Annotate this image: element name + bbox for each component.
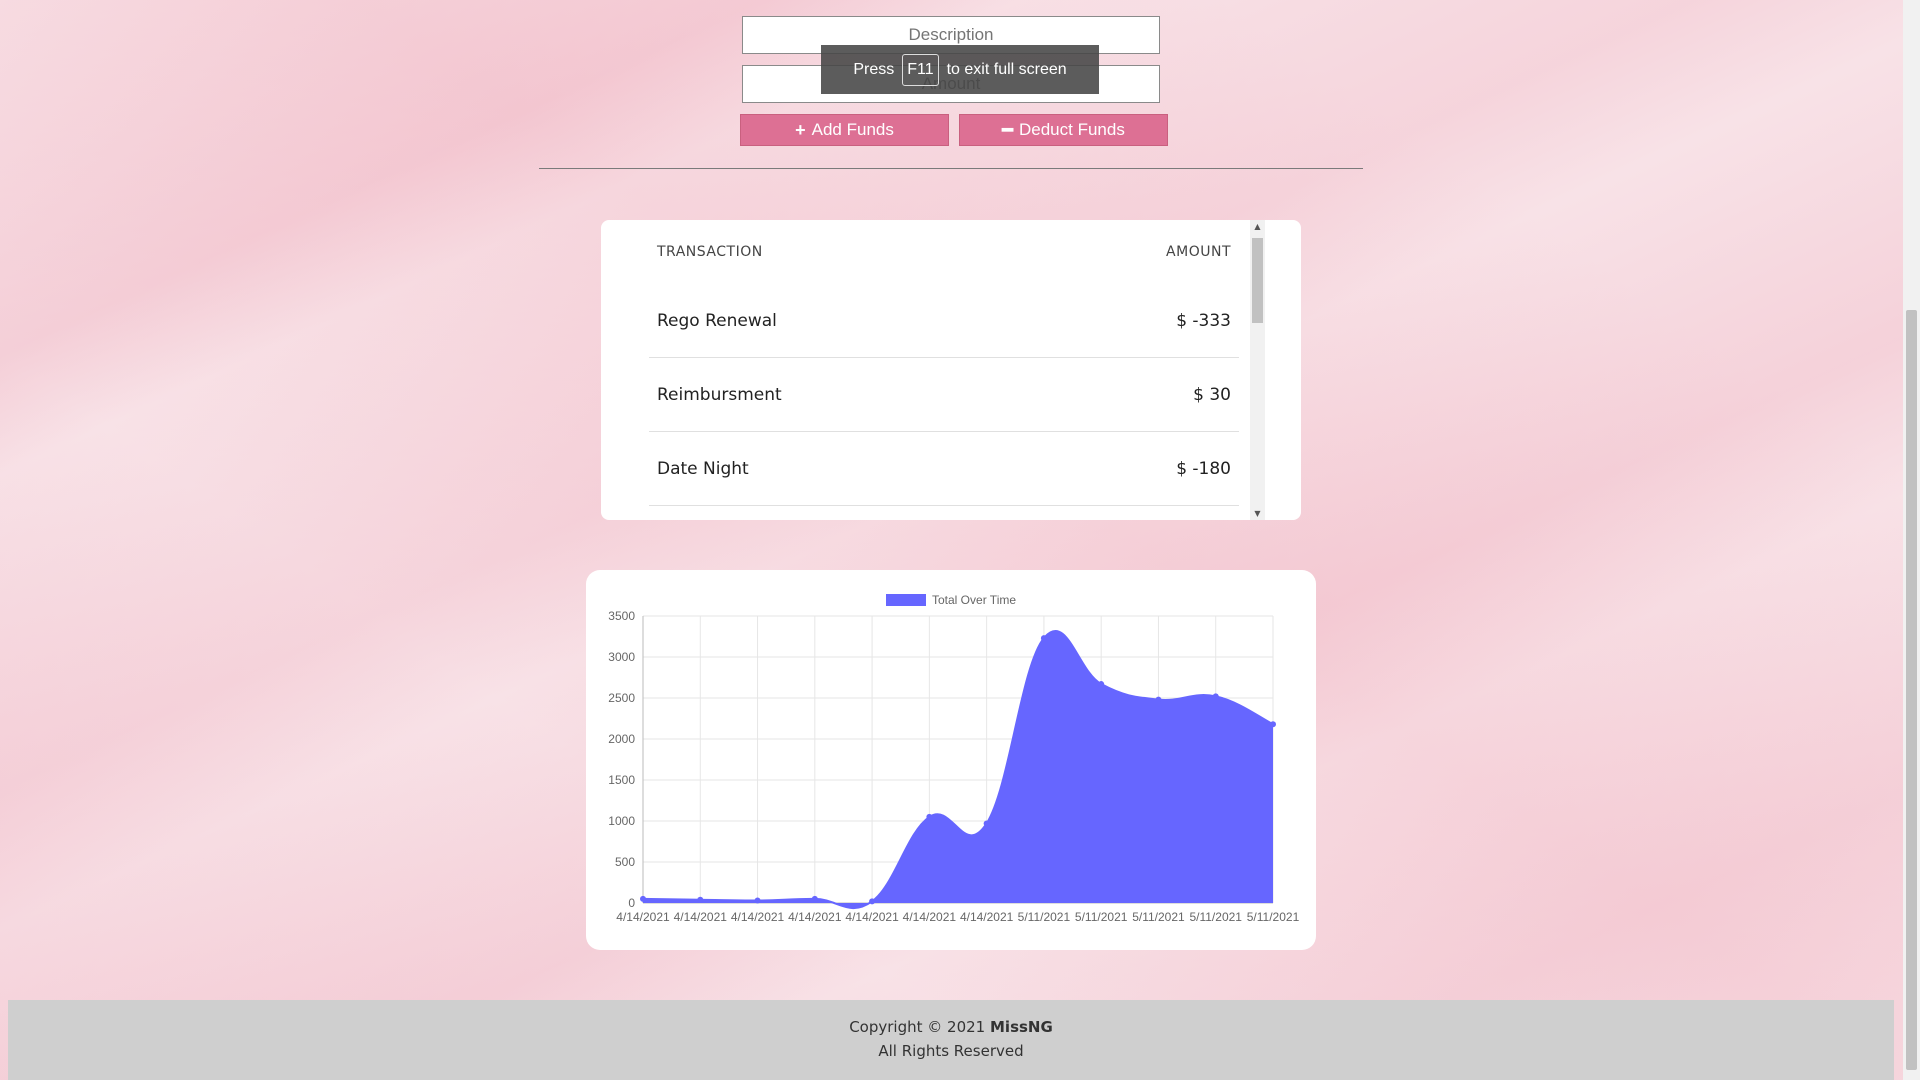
data-point[interactable] — [811, 895, 818, 902]
deduct-funds-label: Deduct Funds — [1019, 120, 1125, 139]
y-tick-label: 1000 — [608, 814, 635, 828]
y-tick-label: 0 — [628, 896, 635, 910]
add-funds-label: Add Funds — [811, 120, 894, 139]
scroll-down-icon[interactable]: ▼ — [1250, 509, 1265, 518]
legend-label: Total Over Time — [932, 593, 1016, 607]
transaction-name: Reimbursment — [657, 384, 782, 405]
transactions-table: TRANSACTION AMOUNT Rego Renewal $ -333 R… — [649, 220, 1239, 506]
header-transaction: TRANSACTION — [657, 244, 763, 260]
transaction-amount: $ -333 — [1176, 310, 1231, 331]
x-tick-label: 4/14/2021 — [845, 910, 899, 924]
rights-reserved: All Rights Reserved — [878, 1042, 1024, 1060]
data-point[interactable] — [1155, 696, 1162, 703]
brand-name: MissNG — [990, 1018, 1053, 1036]
transaction-amount: $ -180 — [1176, 458, 1231, 479]
x-tick-label: 4/14/2021 — [731, 910, 785, 924]
transaction-name: Rego Renewal — [657, 310, 777, 331]
chart-card: 0 500 1000 1500 2000 2500 3000 3500 4/14/2021 4/… — [586, 570, 1316, 950]
data-point[interactable] — [1212, 693, 1219, 700]
data-point[interactable] — [1098, 681, 1105, 688]
data-point[interactable] — [640, 895, 646, 902]
x-tick-label: 4/14/2021 — [616, 910, 670, 924]
scroll-thumb[interactable] — [1252, 238, 1263, 323]
fund-buttons: + Add Funds ━ Deduct Funds — [740, 114, 1168, 146]
x-tick-label: 5/11/2021 — [1075, 910, 1128, 924]
data-point[interactable] — [1040, 635, 1047, 642]
footer: Copyright © 2021 MissNG All Rights Reser… — [8, 1000, 1894, 1080]
x-tick-label: 4/14/2021 — [960, 910, 1014, 924]
fullscreen-notice-key: F11 — [902, 53, 939, 86]
copyright: Copyright © 2021 MissNG — [8, 1018, 1894, 1036]
scroll-up-icon[interactable]: ▲ — [1250, 222, 1265, 231]
y-tick-label: 3000 — [608, 650, 635, 664]
header-amount: AMOUNT — [1166, 244, 1231, 260]
total-over-time-chart: 0500100015002000250030003500 4/14/2021 4/… — [608, 593, 1299, 924]
data-point[interactable] — [869, 898, 876, 905]
data-point[interactable] — [754, 897, 761, 904]
data-point[interactable] — [983, 820, 990, 827]
fullscreen-notice: Press F11 to exit full screen — [821, 45, 1099, 94]
table-row: Date Night $ -180 — [649, 432, 1239, 506]
fullscreen-notice-before: Press — [853, 60, 895, 78]
x-tick-label: 5/11/2021 — [1018, 910, 1071, 924]
plus-icon: + — [795, 119, 806, 140]
page-scrollbar[interactable] — [1903, 0, 1920, 1080]
x-tick-label: 5/11/2021 — [1189, 910, 1242, 924]
y-tick-label: 2500 — [608, 691, 635, 705]
y-tick-label: 2000 — [608, 732, 635, 746]
transaction-name: Date Night — [657, 458, 749, 479]
x-axis: 4/14/2021 4/14/2021 4/14/2021 4/14/2021 4/14… — [616, 910, 1299, 924]
table-row: Reimbursment $ 30 — [649, 358, 1239, 432]
x-tick-label: 4/14/2021 — [674, 910, 728, 924]
fullscreen-notice-after: to exit full screen — [946, 60, 1067, 78]
legend-swatch[interactable] — [886, 594, 926, 606]
page-scroll-thumb[interactable] — [1906, 310, 1917, 1070]
data-point[interactable] — [1270, 721, 1276, 728]
chart-area-series — [642, 630, 1274, 910]
x-tick-label: 5/11/2021 — [1132, 910, 1185, 924]
transactions-card: TRANSACTION AMOUNT Rego Renewal $ -333 R… — [601, 220, 1301, 520]
add-funds-button[interactable]: + Add Funds — [740, 114, 949, 146]
y-tick-label: 1500 — [608, 773, 635, 787]
data-point[interactable] — [926, 813, 933, 820]
y-tick-label: 500 — [615, 855, 635, 869]
copyright-prefix: Copyright © 2021 — [849, 1018, 986, 1036]
transactions-scrollbar[interactable]: ▲ ▼ — [1250, 220, 1265, 520]
data-point[interactable] — [697, 896, 704, 903]
x-tick-label: 5/11/2021 — [1247, 910, 1300, 924]
transactions-header: TRANSACTION AMOUNT — [649, 220, 1239, 284]
minus-icon: ━ — [1002, 119, 1013, 140]
table-row: Rego Renewal $ -333 — [649, 284, 1239, 358]
transaction-amount: $ 30 — [1193, 384, 1231, 405]
chart-legend: Total Over Time — [886, 593, 1016, 607]
y-tick-label: 3500 — [608, 609, 635, 623]
y-axis: 0 500 1000 1500 2000 2500 3000 3500 — [608, 609, 635, 910]
x-tick-label: 4/14/2021 — [788, 910, 842, 924]
deduct-funds-button[interactable]: ━ Deduct Funds — [959, 114, 1168, 146]
x-tick-label: 4/14/2021 — [903, 910, 957, 924]
divider — [539, 168, 1363, 169]
series-area — [643, 630, 1273, 909]
